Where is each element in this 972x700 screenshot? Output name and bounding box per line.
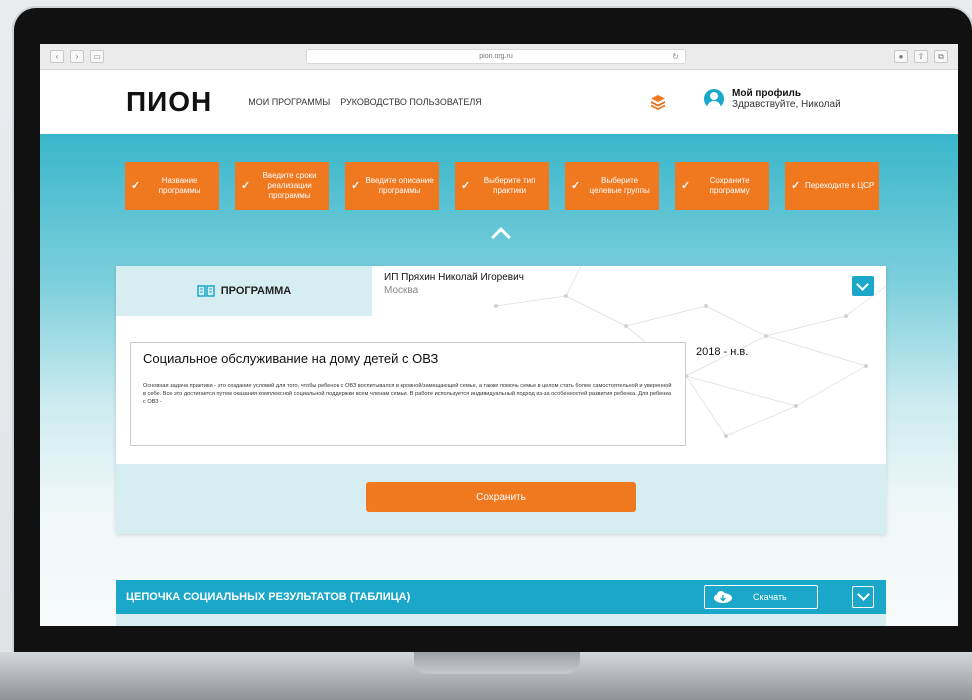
owner-name: ИП Пряхин Николай Игоревич [384,272,524,283]
step-item[interactable]: ✓ Название программы [125,162,219,210]
nav-my-programs[interactable]: МОИ ПРОГРАММЫ [248,97,330,107]
share-icon[interactable]: ⇧ [914,50,928,63]
main-area: ✓ Название программы ✓ Введите сроки реали… [40,134,958,626]
chain-expand-icon[interactable] [852,586,874,608]
address-bar[interactable]: pion.org.ru ↻ [306,49,686,64]
checkmark-icon: ✓ [351,180,361,192]
sidebar-toggle-icon[interactable]: ▭ [90,50,104,63]
layers-icon[interactable] [650,94,666,110]
checkmark-icon: ✓ [131,180,141,192]
tab-program-label: ПРОГРАММА [220,285,292,297]
browser-actions: ● ⇧ ⧉ [894,50,948,63]
program-card: ПРОГРАММА ИП Пряхин Николай Игоревич Мос… [116,266,886,534]
program-title[interactable]: Социальное обслуживание на дому детей с … [143,351,673,366]
profile-menu[interactable]: Мой профиль Здравствуйте, Николай [704,88,841,110]
chain-header: ЦЕПОЧКА СОЦИАЛЬНЫХ РЕЗУЛЬТАТОВ (ТАБЛИЦА)… [116,580,886,614]
book-icon [197,285,215,297]
laptop-screen: ‹ › ▭ pion.org.ru ↻ ● ⇧ ⧉ ПИОН МОИ ПРОГР… [40,44,958,626]
download-label: Скачать [753,592,787,602]
step-item[interactable]: ✓ Введите описание программы [345,162,439,210]
program-editor[interactable]: Социальное обслуживание на дому детей с … [130,342,686,446]
step-label: Выберите целевые группы [589,176,650,195]
step-label: Переходите к ЦСР [804,181,875,190]
profile-title: Мой профиль [732,88,802,99]
avatar [704,89,724,109]
chevron-right-icon[interactable]: › [70,50,84,63]
save-bar: Сохранить [116,464,886,534]
site-header: ПИОН МОИ ПРОГРАММЫ РУКОВОДСТВО ПОЛЬЗОВАТ… [40,70,958,134]
owner-city: Москва [384,285,419,296]
site-logo[interactable]: ПИОН [126,86,212,118]
tab-program[interactable]: ПРОГРАММА [116,266,372,316]
tabs-icon[interactable]: ⧉ [934,50,948,63]
laptop-notch [414,652,580,674]
step-item[interactable]: ✓ Сохраните программу [675,162,769,210]
checkmark-icon: ✓ [241,180,251,192]
chain-title: ЦЕПОЧКА СОЦИАЛЬНЫХ РЕЗУЛЬТАТОВ (ТАБЛИЦА) [126,591,411,603]
browser-toolbar: ‹ › ▭ pion.org.ru ↻ ● ⇧ ⧉ [40,44,958,70]
checkmark-icon: ✓ [571,180,581,192]
step-item[interactable]: ✓ Выберите тип практики [455,162,549,210]
cloud-download-icon [714,591,732,603]
step-item[interactable]: ✓ Введите сроки реализации программы [235,162,329,210]
program-description[interactable]: Основная задача практики - это создание … [143,382,673,406]
step-label: Введите описание программы [365,176,434,195]
chevron-down-icon[interactable] [852,276,874,296]
chain-table [116,614,886,626]
download-button[interactable]: Скачать [704,585,818,609]
profile-greeting: Здравствуйте, Николай [732,99,841,110]
step-item[interactable]: ✓ Выберите целевые группы [565,162,659,210]
save-button[interactable]: Сохранить [366,482,636,512]
url-text: pion.org.ru [479,53,513,60]
chevron-up-icon[interactable] [491,227,511,247]
chevron-left-icon[interactable]: ‹ [50,50,64,63]
checkmark-icon: ✓ [461,180,471,192]
checkmark-icon: ✓ [791,180,801,192]
step-item[interactable]: ✓ Переходите к ЦСР [785,162,879,210]
nav-user-guide[interactable]: РУКОВОДСТВО ПОЛЬЗОВАТЕЛЯ [340,97,482,107]
step-label: Название программы [158,176,201,195]
download-status-icon[interactable]: ● [894,50,908,63]
step-label: Сохраните программу [709,176,750,195]
step-wizard: ✓ Название программы ✓ Введите сроки реали… [125,162,879,210]
program-years: 2018 - н.в. [696,346,749,358]
step-label: Выберите тип практики [483,176,536,195]
program-owner: ИП Пряхин Николай Игоревич Москва [384,272,524,296]
top-nav: МОИ ПРОГРАММЫ РУКОВОДСТВО ПОЛЬЗОВАТЕЛЯ [248,97,481,107]
reload-icon[interactable]: ↻ [672,50,679,63]
checkmark-icon: ✓ [681,180,691,192]
step-label: Введите сроки реализации программы [262,171,317,200]
